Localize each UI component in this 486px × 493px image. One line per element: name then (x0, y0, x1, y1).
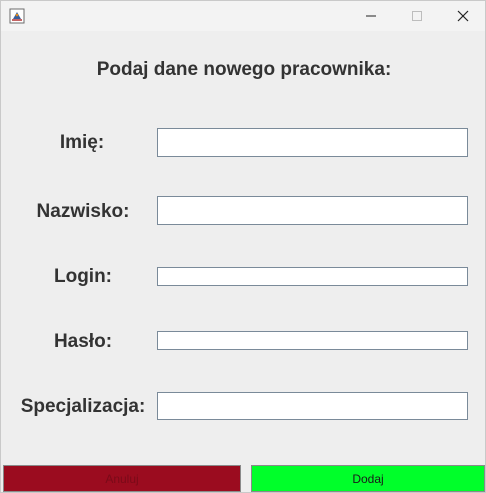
close-icon (457, 10, 469, 22)
minimize-button[interactable] (348, 1, 394, 31)
add-button[interactable]: Dodaj (251, 465, 485, 492)
maximize-icon (412, 11, 422, 21)
close-button[interactable] (440, 1, 486, 31)
maximize-button[interactable] (394, 1, 440, 31)
form-heading-text: Podaj dane nowego pracownika: (96, 59, 392, 80)
last-name-field[interactable] (157, 196, 468, 225)
last-name-label: Nazwisko: (36, 201, 130, 222)
login-field[interactable] (157, 267, 468, 286)
login-label: Login: (53, 266, 113, 287)
title-bar[interactable] (1, 1, 485, 31)
minimize-icon (366, 15, 376, 17)
specialization-label: Specjalizacja: (20, 396, 146, 417)
dialog-window: Podaj dane nowego pracownika: Imię: Nazw… (0, 0, 486, 493)
password-field[interactable] (157, 331, 468, 350)
form-heading: Podaj dane nowego pracownika: (1, 59, 486, 81)
first-name-field[interactable] (157, 128, 468, 157)
first-name-label: Imię: (59, 132, 105, 153)
specialization-field[interactable] (157, 392, 468, 420)
cancel-button[interactable]: Anuluj (3, 465, 241, 492)
password-label: Hasło: (53, 331, 113, 352)
java-app-icon (9, 8, 25, 24)
